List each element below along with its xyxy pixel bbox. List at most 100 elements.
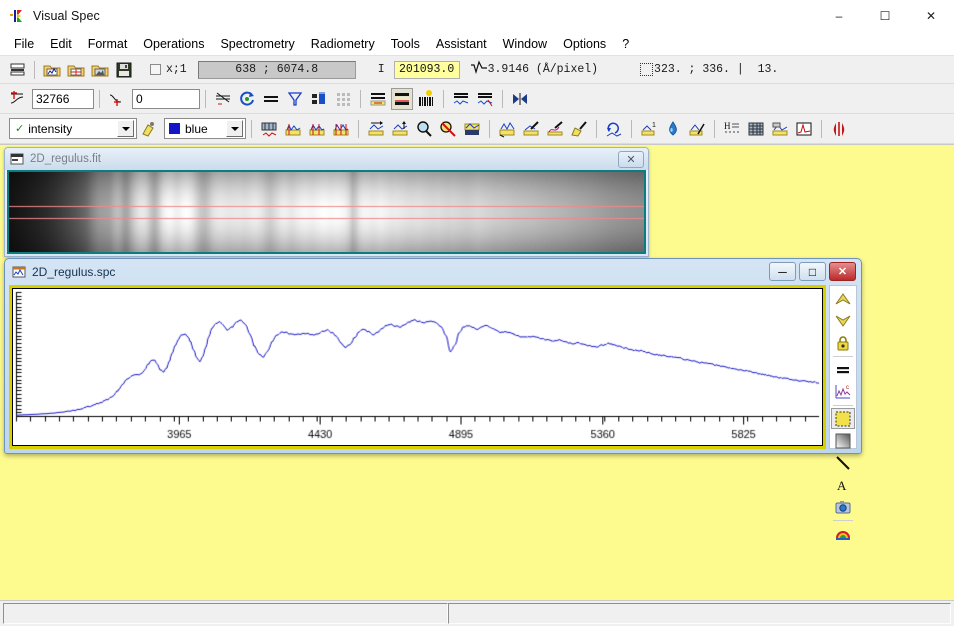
menu-window[interactable]: Window — [495, 34, 555, 54]
crop-spectrum-icon[interactable] — [461, 118, 483, 140]
calibrate-1line-icon[interactable] — [282, 118, 304, 140]
menu-assistant[interactable]: Assistant — [428, 34, 495, 54]
menu-help[interactable]: ? — [614, 34, 637, 54]
normalize-icon[interactable]: 1 — [638, 118, 660, 140]
text-tool-icon[interactable]: A — [831, 474, 855, 495]
palette-brush-icon[interactable] — [138, 118, 160, 140]
plot-window-icon[interactable] — [793, 118, 815, 140]
mdi-client-area: 2D_regulus.fit ✕ 2D_regulus.spc ─ — [0, 144, 954, 600]
zoom-icon[interactable] — [413, 118, 435, 140]
color-combo[interactable]: blue — [164, 118, 246, 139]
maximize-button[interactable]: ☐ — [862, 0, 908, 32]
spectrum-minimize-button[interactable]: ─ — [769, 262, 796, 281]
fits-image-window[interactable]: 2D_regulus.fit ✕ — [4, 147, 649, 257]
gradient-icon[interactable] — [831, 430, 855, 451]
menu-operations[interactable]: Operations — [135, 34, 212, 54]
intensity-value-field[interactable]: 201093.0 — [394, 61, 460, 79]
spectrum-plot-area[interactable] — [9, 285, 826, 449]
butterfly-icon[interactable] — [509, 88, 531, 110]
coord-mode-checkbox[interactable] — [150, 64, 161, 75]
division-icon[interactable] — [686, 118, 708, 140]
intensity-label: I — [378, 63, 385, 76]
spectrum-plot-canvas[interactable] — [12, 288, 823, 446]
spectrum-window[interactable]: 2D_regulus.spc ─ □ ✕ cA — [4, 258, 862, 454]
calibrate-3line-icon[interactable] — [330, 118, 352, 140]
pipette-continuum-icon[interactable] — [520, 118, 542, 140]
min-value-input[interactable]: 0 — [132, 89, 200, 109]
statusbar — [0, 600, 954, 626]
svg-text:H: H — [724, 121, 731, 131]
zoom-reset-icon[interactable] — [437, 118, 459, 140]
fits-2d-spectrum-image[interactable] — [9, 172, 644, 252]
dispersion-icon — [470, 60, 488, 79]
shift-spectrum-icon[interactable] — [365, 118, 387, 140]
extract-profile-icon[interactable] — [391, 88, 413, 110]
status-panel-secondary — [448, 603, 951, 624]
water-drop-icon[interactable] — [662, 118, 684, 140]
auto-scale-icon[interactable] — [212, 88, 234, 110]
profile-compare-icon[interactable] — [450, 88, 472, 110]
header-icon[interactable]: H — [721, 118, 743, 140]
open-image-icon[interactable] — [89, 59, 111, 81]
camera-icon[interactable] — [831, 496, 855, 517]
layers-icon[interactable] — [6, 59, 28, 81]
chevron-down-icon[interactable] — [226, 120, 243, 137]
spectrum-window-controls: ─ □ ✕ — [769, 262, 856, 281]
fits-close-button[interactable]: ✕ — [618, 151, 644, 168]
equalize-icon[interactable] — [260, 88, 282, 110]
vtoolbar-separator — [833, 405, 853, 406]
binning-icon[interactable] — [308, 88, 330, 110]
menu-radiometry[interactable]: Radiometry — [303, 34, 383, 54]
scroll-up-icon[interactable] — [831, 288, 855, 309]
remove-spikes-icon[interactable] — [496, 118, 518, 140]
minimize-button[interactable]: – — [816, 0, 862, 32]
menu-spectrometry[interactable]: Spectrometry — [212, 34, 302, 54]
color-swatch — [169, 123, 180, 134]
shift-up-icon[interactable] — [389, 118, 411, 140]
lock-icon[interactable] — [831, 332, 855, 353]
binning-view-icon[interactable] — [258, 118, 280, 140]
fits-image-viewport[interactable] — [7, 170, 646, 254]
max-value-input[interactable]: 32766 — [32, 89, 94, 109]
grid-dots-icon[interactable] — [332, 88, 354, 110]
menu-tools[interactable]: Tools — [383, 34, 428, 54]
window-controls: – ☐ ✕ — [816, 0, 954, 32]
svg-text:A: A — [837, 478, 847, 493]
binning-zone-icon[interactable] — [367, 88, 389, 110]
refresh-icon[interactable] — [236, 88, 258, 110]
pipette-pink-icon[interactable] — [544, 118, 566, 140]
spectrum-window-titlebar: 2D_regulus.spc ─ □ ✕ — [5, 259, 861, 285]
min-threshold-icon[interactable] — [106, 88, 128, 110]
chevron-down-icon[interactable] — [117, 120, 134, 137]
save-icon[interactable] — [113, 59, 135, 81]
export-profile-icon[interactable] — [769, 118, 791, 140]
fits-window-titlebar: 2D_regulus.fit ✕ — [5, 148, 648, 170]
coord-value-field[interactable]: 638 ; 6074.8 — [198, 61, 356, 79]
line-tool-icon[interactable] — [831, 452, 855, 473]
rainbow-palette-icon[interactable] — [831, 523, 855, 544]
open-fits-icon[interactable] — [65, 59, 87, 81]
profile-compare2-icon[interactable] — [474, 88, 496, 110]
scroll-down-icon[interactable] — [831, 310, 855, 331]
table-icon[interactable] — [745, 118, 767, 140]
barcode-spectrum-icon[interactable] — [415, 88, 437, 110]
spectrum-c-icon[interactable]: c — [831, 381, 855, 402]
max-threshold-icon[interactable] — [6, 88, 28, 110]
equals-icon[interactable] — [831, 359, 855, 380]
menu-file[interactable]: File — [6, 34, 42, 54]
line-profile-red-icon[interactable] — [828, 118, 850, 140]
close-button[interactable]: ✕ — [908, 0, 954, 32]
visualspec-logo-icon — [9, 8, 25, 24]
menu-options[interactable]: Options — [555, 34, 614, 54]
menu-format[interactable]: Format — [80, 34, 136, 54]
selection-box-icon[interactable] — [831, 408, 855, 429]
open-profile-icon[interactable] — [41, 59, 63, 81]
menu-edit[interactable]: Edit — [42, 34, 80, 54]
display-mode-combo[interactable]: ✓ intensity — [9, 118, 137, 139]
calibrate-2line-icon[interactable] — [306, 118, 328, 140]
spectrum-maximize-button[interactable]: □ — [799, 262, 826, 281]
undo-spectrum-icon[interactable] — [603, 118, 625, 140]
filter-funnel-icon[interactable] — [284, 88, 306, 110]
spectrum-close-button[interactable]: ✕ — [829, 262, 856, 281]
brush-continuum-icon[interactable] — [568, 118, 590, 140]
